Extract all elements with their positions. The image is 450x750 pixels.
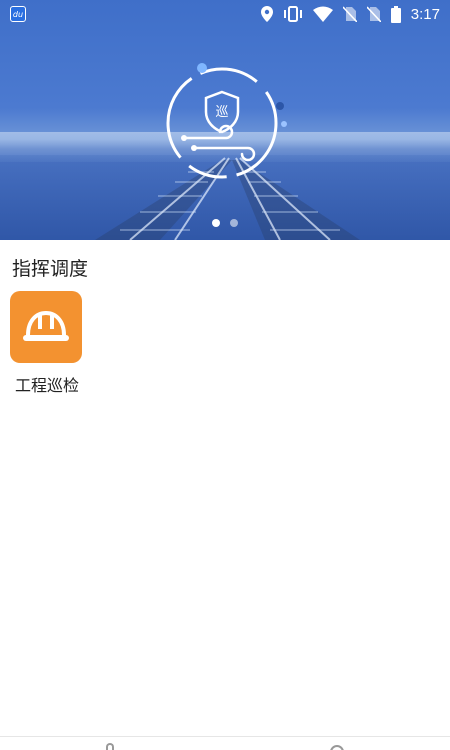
profile-icon[interactable] xyxy=(330,745,344,750)
carousel-dot-active[interactable] xyxy=(212,219,220,227)
app-tile-engineering-inspection[interactable]: 工程巡检 xyxy=(10,291,84,396)
bottom-navigation xyxy=(0,736,450,750)
app-badge-icon: du xyxy=(10,6,26,22)
no-sim-icon xyxy=(366,6,381,22)
carousel-dot[interactable] xyxy=(230,219,238,227)
section-title: 指挥调度 xyxy=(12,258,89,280)
battery-icon xyxy=(390,5,401,23)
status-bar: du 3:17 xyxy=(0,0,450,28)
clock: 3:17 xyxy=(410,5,440,23)
hardhat-icon xyxy=(23,310,69,341)
wifi-icon xyxy=(312,6,333,22)
home-icon[interactable] xyxy=(106,743,114,750)
emblem-character: 巡 xyxy=(215,105,229,120)
tile-icon-container[interactable] xyxy=(10,291,82,363)
no-sim-icon xyxy=(342,6,357,22)
location-icon xyxy=(260,6,273,22)
tile-label: 工程巡检 xyxy=(14,376,79,395)
patrol-emblem xyxy=(166,63,287,179)
banner-carousel[interactable]: 巡 du 3:17 xyxy=(0,0,450,240)
vibrate-icon xyxy=(283,6,302,22)
carousel-indicator xyxy=(0,219,450,227)
